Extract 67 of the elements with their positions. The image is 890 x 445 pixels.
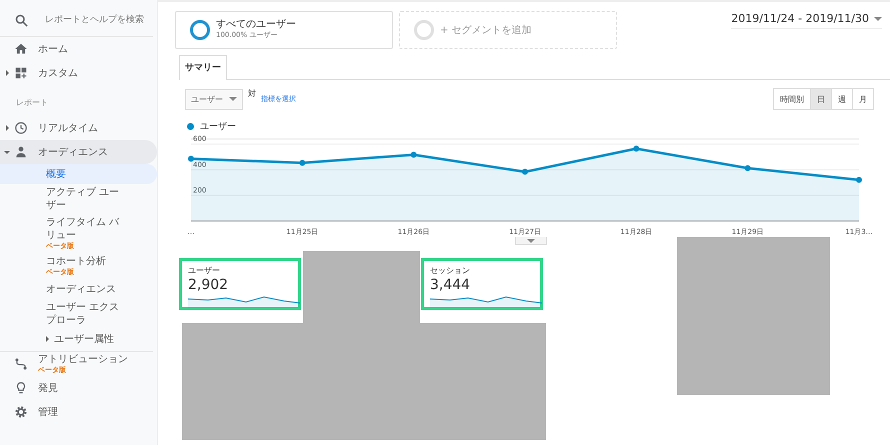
data-point [188, 156, 194, 162]
nav-label: オーディエンス [46, 282, 117, 296]
nav-item[interactable]: リアルタイム [0, 116, 157, 140]
expand-arrow-icon[interactable] [4, 150, 10, 154]
nav-label: アクティブ ユーザー [46, 186, 120, 212]
collapse-toggle[interactable] [515, 237, 547, 245]
data-point [744, 165, 751, 172]
ring-icon [414, 20, 434, 40]
nav-subitem[interactable]: ユーザー エクスプローラ [0, 299, 157, 329]
nav-item[interactable]: オーディエンス [0, 140, 157, 164]
search-icon [14, 12, 29, 28]
nav-label: ユーザー属性 [54, 332, 115, 346]
nav-label: カスタム [38, 66, 78, 80]
versus-label: 対 [248, 88, 256, 99]
nav-subitem[interactable]: 概要 [0, 164, 157, 184]
nav-subitem[interactable]: オーディエンス [0, 279, 157, 299]
date-range-picker[interactable]: 2019/11/24 - 2019/11/30 [731, 11, 882, 29]
nav-item[interactable]: 管理 [0, 400, 157, 424]
nav-item[interactable]: カスタム [0, 61, 157, 85]
person-icon [14, 145, 28, 159]
home-icon [14, 42, 28, 56]
caret-icon [527, 238, 535, 242]
gear-icon [14, 405, 28, 419]
scorecard[interactable]: セッション 3,444 [421, 258, 543, 310]
date-range: 2019/11/24 - 2019/11/30 [731, 12, 869, 25]
scorecard-value: 2,902 [188, 276, 230, 294]
nav-label: オーディエンス [38, 146, 108, 158]
nav-subitem[interactable]: ユーザー属性 [0, 329, 157, 349]
metric-dropdown[interactable]: ユーザー [185, 88, 243, 110]
tab[interactable]: サマリー [179, 55, 227, 80]
data-point [633, 146, 640, 152]
lightbulb-icon [14, 381, 28, 395]
data-point [856, 176, 862, 183]
nav-subitem[interactable]: アクティブ ユーザー [0, 184, 157, 214]
caret-icon [229, 97, 237, 101]
nav-label: ユーザー エクスプローラ [46, 301, 120, 327]
expand-arrow-icon[interactable] [6, 125, 8, 131]
nav-item[interactable]: 発見 [0, 376, 157, 400]
nav-label: ホーム [38, 42, 68, 56]
caret-icon [874, 16, 882, 20]
search-field[interactable]: レポートとヘルプを検索 [43, 14, 157, 26]
nav-label: 発見 [38, 382, 58, 394]
scorecard-label: ユーザー [188, 265, 221, 276]
grid-icon [14, 66, 28, 80]
expand-arrow-icon[interactable] [46, 336, 49, 342]
legend-label: ユーザー [200, 121, 236, 133]
route-icon [14, 357, 28, 371]
segment-title: すべてのユーザー [216, 19, 296, 30]
nav-label: 管理 [38, 406, 58, 418]
scorecard-value: 3,444 [430, 276, 472, 294]
ring-icon [190, 20, 210, 40]
clock-icon [14, 121, 28, 135]
nav-label: 概要 [46, 168, 67, 180]
section-label: レポート [15, 97, 49, 109]
nav-item[interactable]: ホーム [0, 37, 157, 61]
data-point [299, 160, 306, 166]
scorecard[interactable]: ユーザー 2,902 [179, 258, 301, 310]
nav-label: コホート分析 [46, 255, 107, 268]
nav-label: リアルタイム [38, 122, 98, 134]
data-point [522, 168, 528, 175]
data-point [410, 152, 417, 158]
scorecard-label: セッション [430, 265, 471, 276]
expand-arrow-icon[interactable] [6, 70, 8, 76]
nav-label: アトリビューション [38, 353, 128, 366]
segment-title: + セグメントを追加 [440, 24, 532, 36]
nav-label: ライフタイム バリュー [46, 216, 120, 242]
granularity-button[interactable]: 日 [811, 89, 832, 109]
